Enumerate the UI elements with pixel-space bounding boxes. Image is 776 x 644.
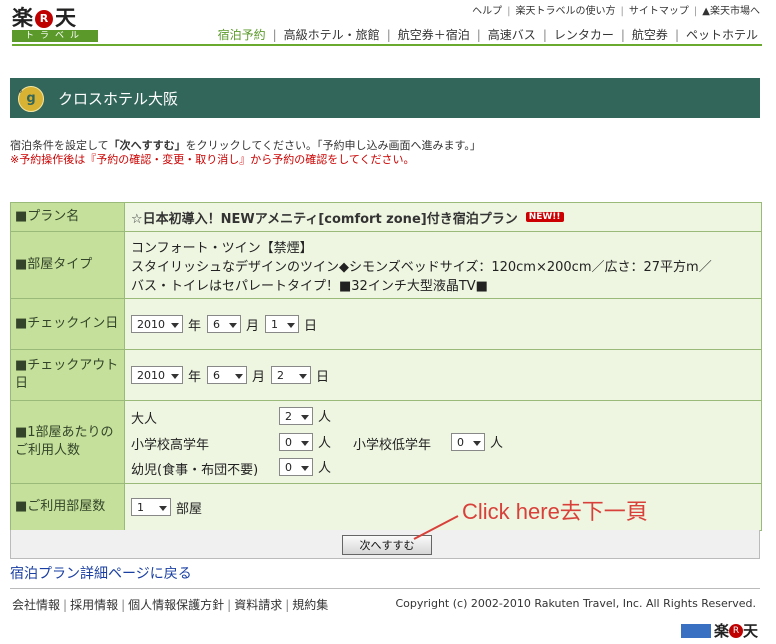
footer-link-recruit[interactable]: 採用情報 [70,598,118,612]
reservation-form: ■プラン名 ☆日本初導入！NEWアメニティ[comfort zone]付き宿泊プ… [10,202,762,531]
rooms-select[interactable]: 1 [131,498,171,516]
rooms-label: ■ご利用部屋数 [11,484,125,530]
chevron-down-icon [301,414,309,420]
checkout-value: 2010 年 6月 2日 [125,350,761,400]
checkin-year-select[interactable]: 2010 [131,315,183,333]
person-unit: 人 [490,436,504,451]
room-type-line: コンフォート・ツイン【禁煙】 [131,240,313,256]
logo-mark: 楽R天 [12,6,76,30]
plan-value: ☆日本初導入！NEWアメニティ[comfort zone]付き宿泊プラン NEW!… [125,203,761,231]
footer-logo-badge-icon [680,623,711,638]
person-unit: 人 [318,410,332,425]
main-nav: 宿泊予約 | 高級ホテル・旅館 | 航空券＋宿泊 | 高速バス | レンタカー | 航空券 | ペットホ… [217,28,758,42]
footer-link-company[interactable]: 会社情報 [12,598,60,612]
chevron-down-icon [159,506,167,511]
checkin-value: 2010 年 6月 1日 [125,299,761,349]
plan-title: ☆日本初導入！NEWアメニティ[comfort zone]付き宿泊プラン [131,211,518,227]
chevron-down-icon [171,323,179,328]
header-divider [12,44,762,46]
year-unit: 年 [188,318,202,334]
top-link-help[interactable]: ヘルプ [472,6,502,17]
chevron-down-icon [299,374,308,379]
logo-r-icon: R [35,10,53,28]
elem-low-select[interactable]: 0 [451,432,485,451]
person-unit: 人 [318,461,332,476]
room-unit: 部屋 [176,501,203,517]
submit-bar: 次へすすむ [10,530,760,559]
chevron-down-icon [473,440,481,446]
chevron-down-icon [301,465,309,471]
next-button[interactable]: 次へすすむ [342,535,432,555]
nav-item-rentacar[interactable]: レンタカー [554,28,614,42]
room-type-line: バス・トイレはセパレートタイプ！■32インチ大型液晶TV■ [131,278,488,294]
nav-item-air[interactable]: 航空券 [632,28,668,42]
hotel-emblem-icon: g [18,86,44,112]
checkout-label: ■チェックアウト日 [11,350,125,400]
adult-select[interactable]: 2 [279,406,313,425]
checkin-label: ■チェックイン日 [11,299,125,349]
footer-link-terms[interactable]: 規約集 [292,598,328,612]
chevron-down-icon [171,374,179,379]
annotation-text: Click here去下一頁 [462,499,648,524]
rakuten-travel-logo[interactable]: 楽R天 トラベル [12,2,98,42]
elem-high-select[interactable]: 0 [279,432,313,451]
day-unit: 日 [316,369,330,385]
room-type-line: スタイリッシュなデザインのツイン◆シモンズベッドサイズ：120cm×200cm／… [131,259,712,275]
footer-divider [10,588,760,589]
checkout-month-select[interactable]: 6 [207,366,248,384]
nav-item-luxury[interactable]: 高級ホテル・旅館 [284,28,380,42]
guests-label: ■1部屋あたりのご利用人数 [11,401,125,483]
nav-item-pet[interactable]: ペットホテル [686,28,758,42]
chevron-down-icon [287,323,296,328]
copyright-text: Copyright (c) 2002-2010 Rakuten Travel, … [395,597,757,610]
elem-low-label: 小学校低学年 [353,438,432,453]
row-checkout: ■チェックアウト日 2010 年 6月 2日 [11,350,761,401]
warning-text: ※予約操作後は『予約の確認・変更・取り消し』から予約の確認をしてください。 [10,153,415,166]
footer-logo-r-icon: R [728,623,743,638]
top-link-sitemap[interactable]: サイトマップ [629,6,689,17]
rooms-value: 1 部屋 [125,484,761,530]
chevron-down-icon [235,374,244,379]
top-link-howto[interactable]: 楽天トラベルの使い方 [516,6,616,17]
plan-label: ■プラン名 [11,203,125,231]
room-type-value: コンフォート・ツイン【禁煙】 スタイリッシュなデザインのツイン◆シモンズベッドサ… [125,232,761,298]
back-to-plan-link[interactable]: 宿泊プラン詳細ページに戻る [10,563,192,583]
nav-item-stay[interactable]: 宿泊予約 [218,28,266,42]
month-unit: 月 [246,318,260,334]
person-unit: 人 [318,436,332,451]
infant-select[interactable]: 0 [279,457,313,476]
month-unit: 月 [252,369,266,385]
day-unit: 日 [304,318,318,334]
row-rooms: ■ご利用部屋数 1 部屋 [11,484,761,530]
footer-links: 会社情報 | 採用情報 | 個人情報保護方針 | 資料請求 | 規約集 [12,598,329,612]
room-type-label: ■部屋タイプ [11,232,125,298]
top-links: ヘルプ | 楽天トラベルの使い方 | サイトマップ | ▲楽天市場へ [472,6,760,17]
logo-subtitle: トラベル [12,30,98,42]
top-link-ichiba[interactable]: ▲楽天市場へ [702,6,760,17]
hotel-header: g クロスホテル大阪 [10,78,760,118]
checkout-year-select[interactable]: 2010 [131,366,183,384]
nav-item-air-stay[interactable]: 航空券＋宿泊 [398,28,470,42]
chevron-down-icon [229,323,238,328]
footer-link-privacy[interactable]: 個人情報保護方針 [128,598,224,612]
row-plan: ■プラン名 ☆日本初導入！NEWアメニティ[comfort zone]付き宿泊プ… [11,203,761,232]
footer-logo: 楽R天 [680,620,758,640]
chevron-down-icon [301,440,309,446]
infant-label: 幼児(食事・布団不要) [131,463,259,478]
footer-link-brochure[interactable]: 資料請求 [234,598,282,612]
checkin-month-select[interactable]: 6 [207,315,242,333]
elem-high-label: 小学校高学年 [131,438,210,453]
nav-item-bus[interactable]: 高速バス [488,28,536,42]
row-checkin: ■チェックイン日 2010 年 6月 1日 [11,299,761,350]
guests-value: 大人 2人 小学校高学年 0人 小学校低学年 0人 幼児(食事・布団不要) 0人 [125,401,761,483]
row-room-type: ■部屋タイプ コンフォート・ツイン【禁煙】 スタイリッシュなデザインのツイン◆シ… [11,232,761,299]
adult-label: 大人 [131,412,158,427]
year-unit: 年 [188,369,202,385]
checkin-day-select[interactable]: 1 [265,315,300,333]
checkout-day-select[interactable]: 2 [271,366,312,384]
row-guests: ■1部屋あたりのご利用人数 大人 2人 小学校高学年 0人 小学校低学年 0人 … [11,401,761,484]
hotel-name: クロスホテル大阪 [58,90,179,108]
new-badge: NEW!! [525,212,564,222]
